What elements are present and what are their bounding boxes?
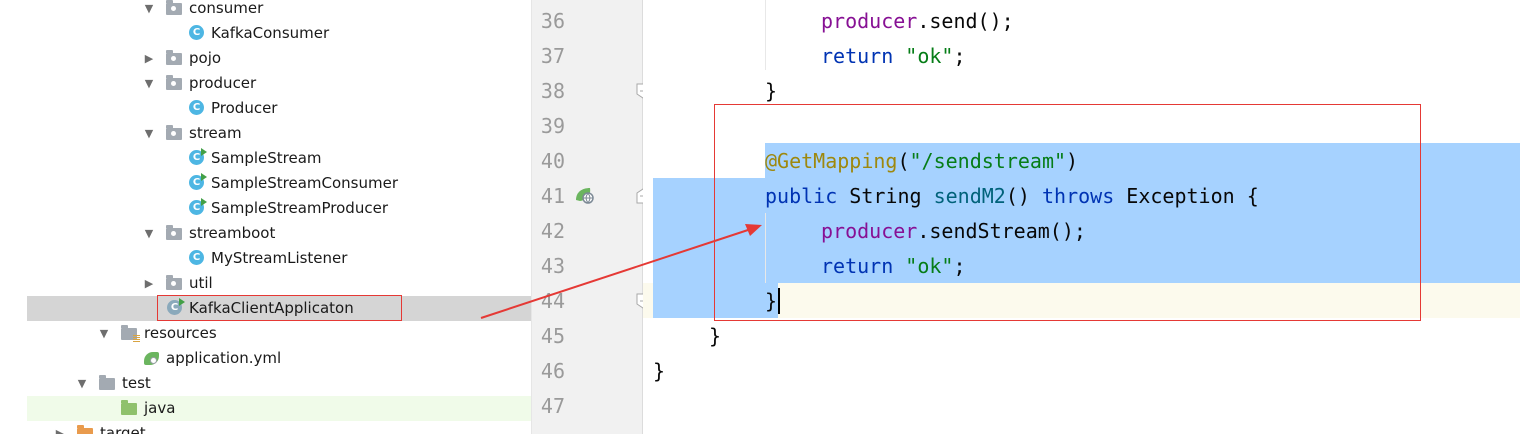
code-line-37[interactable]: return "ok"; [821, 39, 966, 74]
tree-item-pojo[interactable]: ▶ pojo [0, 46, 531, 71]
tree-item-samplestream[interactable]: C SampleStream [0, 146, 531, 171]
line-number: 47 [540, 394, 565, 418]
tree-item-target[interactable]: ▶ target [0, 421, 531, 434]
expand-arrow-icon[interactable]: ▼ [142, 121, 156, 146]
string-token: "ok" [905, 44, 954, 68]
code-token: } [709, 324, 722, 348]
package-folder-icon [166, 75, 183, 92]
indent-guide [765, 0, 766, 70]
tree-item-label: SampleStream [211, 149, 322, 167]
package-folder-icon [166, 225, 183, 242]
tree-item-mystreamlistener[interactable]: C MyStreamListener [0, 246, 531, 271]
expand-arrow-icon[interactable]: ▼ [97, 321, 111, 346]
line-number: 37 [540, 44, 565, 68]
expand-arrow-icon[interactable]: ▼ [75, 371, 89, 396]
line-number: 42 [540, 219, 565, 243]
code-line-45[interactable]: } [709, 319, 721, 354]
tree-item-label: pojo [189, 49, 222, 67]
highlight-box-code-block [714, 104, 1421, 321]
tree-item-samplestreamconsumer[interactable]: C SampleStreamConsumer [0, 171, 531, 196]
expand-arrow-icon[interactable]: ▼ [142, 71, 156, 96]
tree-item-application-yml[interactable]: application.yml [0, 346, 531, 371]
tree-item-label: streamboot [189, 224, 276, 242]
tree-item-producer-class[interactable]: C Producer [0, 96, 531, 121]
line-number: 46 [540, 359, 565, 383]
expand-arrow-icon[interactable]: ▼ [142, 0, 156, 21]
line-number: 43 [540, 254, 565, 278]
runnable-class-icon: C [189, 148, 207, 167]
tree-item-test[interactable]: ▼ test [0, 371, 531, 396]
tree-item-util[interactable]: ▶ util [0, 271, 531, 296]
package-folder-icon [166, 125, 183, 142]
line-number: 36 [540, 9, 565, 33]
collapse-arrow-icon[interactable]: ▶ [142, 271, 156, 296]
tree-item-kafkaconsumer[interactable]: C KafkaConsumer [0, 21, 531, 46]
package-folder-icon [166, 50, 183, 67]
resources-folder-icon [121, 325, 140, 342]
tree-item-label: MyStreamListener [211, 249, 348, 267]
runnable-class-icon: C [189, 198, 207, 217]
code-token: ; [953, 44, 966, 68]
tree-item-label: producer [189, 74, 257, 92]
tree-item-label: test [122, 374, 151, 392]
tree-item-label: target [100, 424, 146, 434]
tree-item-label: resources [144, 324, 217, 342]
line-number: 41 [540, 184, 565, 208]
tree-item-label: java [144, 399, 176, 417]
code-token: } [653, 359, 666, 383]
yaml-file-icon [144, 350, 161, 367]
collapse-arrow-icon[interactable]: ▶ [142, 46, 156, 71]
highlight-box-tree-item [157, 295, 402, 321]
tree-item-label: SampleStreamProducer [211, 199, 388, 217]
tree-item-label: SampleStreamConsumer [211, 174, 399, 192]
code-line-36[interactable]: producer.send(); [821, 4, 1014, 39]
tree-item-consumer[interactable]: ▼ consumer [0, 0, 531, 21]
test-source-folder-icon [121, 400, 138, 417]
line-number: 38 [540, 79, 565, 103]
field-token: producer [821, 9, 918, 33]
code-token: } [765, 79, 778, 103]
line-number: 39 [540, 114, 565, 138]
runnable-class-icon: C [189, 173, 207, 192]
line-number: 45 [540, 324, 565, 348]
tree-item-label: KafkaConsumer [211, 24, 330, 42]
package-folder-icon [166, 275, 183, 292]
tree-item-label: util [189, 274, 213, 292]
class-icon: C [189, 25, 206, 42]
collapse-arrow-icon[interactable]: ▶ [53, 421, 67, 434]
tree-item-stream[interactable]: ▼ stream [0, 121, 531, 146]
tree-item-label: Producer [211, 99, 278, 117]
excluded-folder-icon [77, 425, 94, 434]
project-tree[interactable]: ▼ consumer C KafkaConsumer ▶ pojo ▼ prod… [0, 0, 532, 434]
tree-item-producer-package[interactable]: ▼ producer [0, 71, 531, 96]
tree-item-label: stream [189, 124, 242, 142]
editor-gutter[interactable]: 36 37 38 39 40 41 42 43 44 45 46 47 [532, 0, 643, 434]
spring-bean-web-endpoint-icon[interactable] [574, 186, 594, 204]
code-line-46[interactable]: } [653, 354, 665, 389]
tree-item-label: consumer [189, 0, 264, 17]
expand-arrow-icon[interactable]: ▼ [142, 221, 156, 246]
tree-item-streamboot[interactable]: ▼ streamboot [0, 221, 531, 246]
code-token: .send(); [917, 9, 1014, 33]
tree-item-samplestreamproducer[interactable]: C SampleStreamProducer [0, 196, 531, 221]
keyword-token: return [821, 44, 894, 68]
tree-item-java[interactable]: java [27, 396, 531, 421]
folder-icon [99, 375, 116, 392]
line-number: 44 [540, 289, 565, 313]
line-number: 40 [540, 149, 565, 173]
class-icon: C [189, 100, 206, 117]
tree-item-resources[interactable]: ▼ resources [0, 321, 531, 346]
tree-item-label: application.yml [166, 349, 282, 367]
package-folder-icon [166, 0, 183, 17]
class-icon: C [189, 250, 206, 267]
